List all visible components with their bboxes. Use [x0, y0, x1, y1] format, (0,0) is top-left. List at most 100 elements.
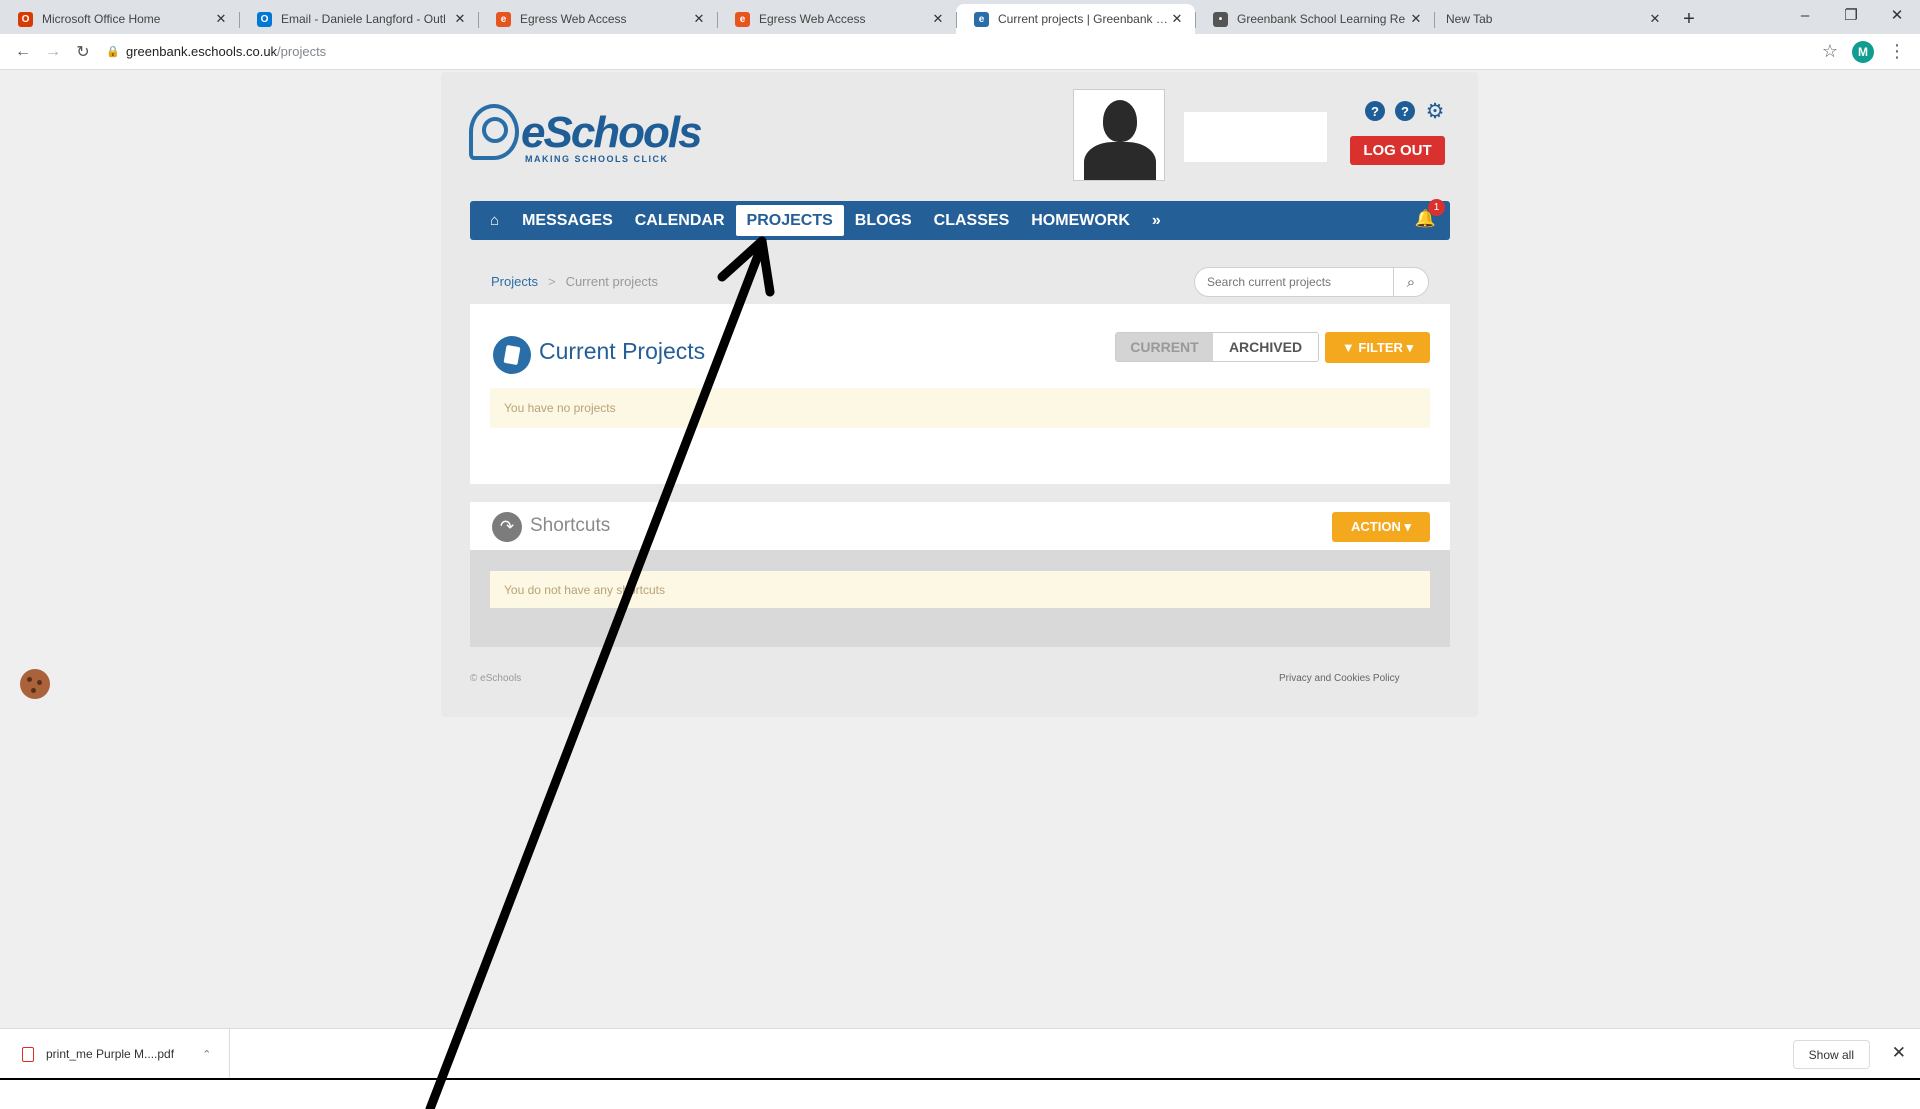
projects-book-icon — [493, 336, 531, 374]
logo-mark-icon — [469, 104, 519, 160]
tab-title: Egress Web Access — [759, 12, 866, 26]
browser-tab[interactable]: O Email - Daniele Langford - Outl ✕ — [239, 4, 478, 34]
breadcrumb-current: Current projects — [565, 274, 659, 289]
browser-menu-icon[interactable]: ⋮ — [1888, 41, 1906, 62]
shortcuts-title: Shortcuts — [530, 515, 611, 536]
nav-home-icon[interactable]: ⌂ — [478, 205, 511, 236]
filter-button[interactable]: ▼ FILTER ▾ — [1325, 332, 1430, 363]
eschools-icon: e — [974, 11, 989, 27]
current-toggle-button[interactable]: CURRENT — [1116, 333, 1213, 361]
browser-tab[interactable]: New Tab ✕ — [1434, 4, 1673, 34]
url-host: greenbank.eschools.co.uk — [126, 44, 278, 59]
nav-more-icon[interactable]: » — [1141, 205, 1172, 236]
forward-arrow-icon[interactable]: → — [38, 38, 68, 66]
user-info-box — [1184, 112, 1327, 162]
download-shelf: print_me Purple M....pdf ⌃ Show all ✕ — [0, 1028, 1920, 1079]
notification-badge: 1 — [1428, 199, 1445, 216]
tab-title: Current projects | Greenbank Sch — [998, 12, 1169, 26]
egress-icon: e — [735, 11, 750, 27]
search-input[interactable] — [1207, 269, 1393, 295]
footer-copyright: © eSchools — [470, 673, 522, 684]
show-all-button[interactable]: Show all — [1792, 1040, 1870, 1069]
caret-down-icon: ▾ — [1404, 519, 1411, 534]
breadcrumb-projects-link[interactable]: Projects — [491, 274, 538, 289]
close-icon[interactable]: ✕ — [1408, 11, 1424, 27]
browser-tab-strip: O Microsoft Office Home ✕ O Email - Dani… — [0, 0, 1920, 34]
window-controls: – ❐ ✕ — [1782, 0, 1920, 30]
archived-toggle-button[interactable]: ARCHIVED — [1213, 333, 1318, 361]
restore-icon[interactable]: ❐ — [1828, 0, 1874, 30]
tab-title: Email - Daniele Langford - Outl — [281, 12, 446, 26]
close-icon[interactable]: ✕ — [1169, 11, 1185, 27]
breadcrumb: Projects > Current projects — [491, 274, 658, 289]
header-icons: ? ? ⚙ — [1365, 100, 1445, 123]
gear-icon[interactable]: ⚙ — [1425, 100, 1445, 123]
support-icon[interactable]: ? — [1395, 101, 1415, 121]
nav-item-projects[interactable]: PROJECTS — [735, 205, 844, 236]
url-path: /projects — [277, 44, 327, 59]
action-button[interactable]: ACTION ▾ — [1332, 512, 1430, 542]
current-projects-panel: Current Projects CURRENT ARCHIVED ▼ FILT… — [470, 304, 1450, 484]
eschools-logo[interactable]: eSchools MAKING SCHOOLS CLICK — [469, 102, 703, 172]
tab-title: Egress Web Access — [520, 12, 627, 26]
browser-tab[interactable]: e Egress Web Access ✕ — [478, 4, 717, 34]
reload-icon[interactable]: ↻ — [68, 38, 98, 66]
address-bar[interactable]: 🔒 greenbank.eschools.co.uk/projects — [106, 38, 1822, 66]
tab-title: New Tab — [1446, 12, 1493, 26]
nav-item-messages[interactable]: MESSAGES — [511, 205, 624, 236]
share-arrow-icon: ↷ — [492, 512, 522, 542]
back-arrow-icon[interactable]: ← — [8, 38, 38, 66]
breadcrumb-separator: > — [547, 274, 556, 289]
chevron-up-icon[interactable]: ⌃ — [202, 1048, 211, 1061]
outlook-icon: O — [257, 11, 272, 27]
tab-title: Microsoft Office Home — [42, 12, 161, 26]
close-icon[interactable]: ✕ — [930, 11, 946, 27]
browser-tab[interactable]: O Microsoft Office Home ✕ — [0, 4, 239, 34]
caret-down-icon: ▾ — [1406, 339, 1414, 355]
close-window-icon[interactable]: ✕ — [1874, 0, 1920, 30]
page-title: Current Projects — [539, 338, 706, 364]
pdf-file-icon — [22, 1046, 34, 1062]
nav-item-homework[interactable]: HOMEWORK — [1020, 205, 1141, 236]
close-icon[interactable]: ✕ — [452, 11, 468, 27]
logo-wordmark: eSchools — [521, 108, 703, 157]
nav-item-blogs[interactable]: BLOGS — [844, 205, 923, 236]
shortcuts-header: ↷ Shortcuts ACTION ▾ — [470, 502, 1450, 550]
search-icon[interactable]: ⌕ — [1392, 268, 1428, 296]
close-icon[interactable]: ✕ — [1647, 11, 1663, 27]
bell-icon[interactable]: 🔔 1 — [1415, 199, 1445, 229]
browser-tab-active[interactable]: e Current projects | Greenbank Sch ✕ — [956, 4, 1195, 34]
nav-item-calendar[interactable]: CALENDAR — [624, 205, 736, 236]
no-shortcuts-alert: You do not have any shortcuts — [490, 571, 1430, 608]
blank-area — [0, 1080, 1920, 1109]
shortcuts-panel: ↷ Shortcuts ACTION ▾ You do not have any… — [470, 502, 1450, 647]
search-box: ⌕ — [1194, 267, 1429, 297]
school-icon: • — [1213, 11, 1228, 27]
filter-label: FILTER — [1358, 339, 1403, 355]
close-shelf-icon[interactable]: ✕ — [1892, 1043, 1906, 1063]
no-projects-alert: You have no projects — [490, 388, 1430, 428]
egress-icon: e — [496, 11, 511, 27]
close-icon[interactable]: ✕ — [691, 11, 707, 27]
lock-icon: 🔒 — [106, 46, 120, 58]
avatar-body — [1084, 142, 1156, 180]
project-status-toggle: CURRENT ARCHIVED — [1115, 332, 1319, 362]
help-icon[interactable]: ? — [1365, 101, 1385, 121]
minimize-icon[interactable]: – — [1782, 0, 1828, 30]
download-file-name: print_me Purple M....pdf — [46, 1047, 175, 1061]
privacy-policy-link[interactable]: Privacy and Cookies Policy — [1279, 673, 1400, 684]
new-tab-button[interactable]: + — [1673, 4, 1705, 34]
avatar-head — [1103, 100, 1137, 142]
bookmark-star-icon[interactable]: ☆ — [1822, 41, 1838, 62]
user-avatar[interactable] — [1073, 89, 1165, 181]
download-item[interactable]: print_me Purple M....pdf ⌃ — [0, 1029, 230, 1079]
cookie-settings-icon[interactable] — [20, 669, 50, 699]
nav-item-classes[interactable]: CLASSES — [923, 205, 1021, 236]
close-icon[interactable]: ✕ — [213, 11, 229, 27]
browser-tab[interactable]: • Greenbank School Learning Re ✕ — [1195, 4, 1434, 34]
browser-toolbar: ← → ↻ 🔒 greenbank.eschools.co.uk/project… — [0, 34, 1920, 70]
funnel-icon: ▼ — [1341, 339, 1355, 355]
logout-button[interactable]: LOG OUT — [1350, 136, 1445, 165]
browser-tab[interactable]: e Egress Web Access ✕ — [717, 4, 956, 34]
profile-avatar[interactable]: M — [1852, 40, 1874, 63]
